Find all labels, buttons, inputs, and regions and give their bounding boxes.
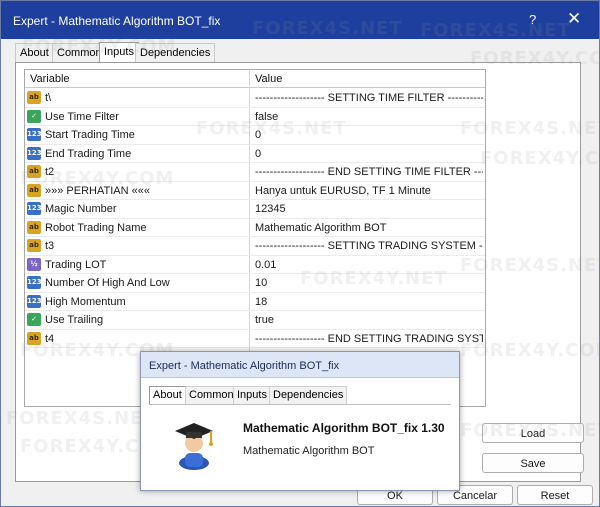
variable-cell: Trading LOT <box>45 258 107 271</box>
string-type-icon: ab <box>27 183 41 197</box>
reset-button[interactable]: Reset <box>517 485 593 505</box>
table-row[interactable]: ab »»» PERHATIAN ««« Hanya untuk EURUSD, T… <box>25 182 485 200</box>
value-cell[interactable]: 18 <box>255 296 483 308</box>
variable-cell: Number Of High And Low <box>45 277 170 289</box>
value-cell[interactable]: 10 <box>255 277 483 289</box>
string-type-icon: ab <box>27 331 41 345</box>
about-dialog-tab-inputs[interactable]: Inputs <box>233 386 271 404</box>
close-icon[interactable]: ✕ <box>567 9 581 29</box>
tab-inputs[interactable]: Inputs <box>99 42 139 64</box>
string-type-icon: ab <box>27 91 41 104</box>
variable-cell: Magic Number <box>45 203 117 215</box>
table-row[interactable]: ✓ Use Time Filter false <box>25 108 485 126</box>
window-title: Expert - Mathematic Algorithm BOT_fix <box>13 14 221 28</box>
table-row[interactable]: ✓ Use Trailing true <box>25 311 485 330</box>
value-cell[interactable]: false <box>255 111 483 123</box>
tab-about[interactable]: About <box>15 43 54 63</box>
table-row[interactable]: ab t4 ------------------- END SETTING TRAD… <box>25 330 485 348</box>
value-cell[interactable]: true <box>255 314 483 326</box>
value-cell[interactable]: 0 <box>255 129 483 141</box>
string-type-icon: ab <box>27 239 41 252</box>
expert-description: Mathematic Algorithm BOT <box>243 445 375 457</box>
about-dialog: Expert - Mathematic Algorithm BOT_fix Ab… <box>140 351 460 491</box>
about-dialog-title: Expert - Mathematic Algorithm BOT_fix <box>149 360 340 372</box>
table-header: Variable Value <box>25 70 485 88</box>
table-row[interactable]: 123 Magic Number 12345 <box>25 200 485 219</box>
variable-cell: Robot Trading Name <box>45 221 147 234</box>
table-row[interactable]: ½ Trading LOT 0.01 <box>25 256 485 274</box>
table-row[interactable]: 123 Start Trading Time 0 <box>25 126 485 145</box>
value-cell[interactable]: 12345 <box>255 203 483 215</box>
about-dialog-tab-common[interactable]: Common <box>185 386 238 404</box>
about-dialog-tab-dependencies[interactable]: Dependencies <box>269 386 348 404</box>
value-cell[interactable]: ------------------- SETTING TIME FILTER … <box>255 92 483 104</box>
variable-cell: Start Trading Time <box>45 129 135 141</box>
table-row[interactable]: ab t\ ------------------- SETTING TIME FIL… <box>25 89 485 108</box>
tab-dependencies[interactable]: Dependencies <box>135 43 216 63</box>
value-cell[interactable]: 0 <box>255 148 483 160</box>
integer-type-icon: 123 <box>27 128 42 141</box>
table-row[interactable]: 123 End Trading Time 0 <box>25 145 485 163</box>
value-cell[interactable]: 0.01 <box>255 259 483 271</box>
value-cell[interactable]: ------------------- END SETTING TRADING … <box>255 333 483 345</box>
variable-cell: t\ <box>45 92 52 104</box>
table-row[interactable]: ab t2 ------------------- END SETTING TIME… <box>25 163 485 182</box>
about-dialog-body: Mathematic Algorithm BOT_fix 1.30 Mathem… <box>149 404 451 484</box>
table-row[interactable]: ab Robot Trading Name Mathematic Algorithm… <box>25 219 485 237</box>
value-cell[interactable]: ------------------- END SETTING TIME FIL… <box>255 166 483 178</box>
variable-cell: Use Trailing <box>45 314 104 326</box>
integer-type-icon: 123 <box>27 202 42 215</box>
integer-type-icon: 123 <box>27 294 42 308</box>
boolean-type-icon: ✓ <box>27 313 41 326</box>
title-bar[interactable]: Expert - Mathematic Algorithm BOT_fix ? … <box>1 1 599 39</box>
double-type-icon: ½ <box>27 257 41 271</box>
variable-cell: High Momentum <box>45 295 126 308</box>
table-row[interactable]: 123 Number Of High And Low 10 <box>25 274 485 293</box>
integer-type-icon: 123 <box>27 146 42 160</box>
graduate-cap-icon <box>175 423 213 470</box>
string-type-icon: ab <box>27 165 41 178</box>
string-type-icon: ab <box>27 220 41 234</box>
save-button[interactable]: Save <box>482 453 584 473</box>
variable-cell: Use Time Filter <box>45 110 119 123</box>
table-row[interactable]: 123 High Momentum 18 <box>25 293 485 311</box>
variable-cell: »»» PERHATIAN ««« <box>45 184 150 197</box>
variable-cell: t3 <box>45 240 55 252</box>
variable-cell: End Trading Time <box>45 147 132 160</box>
value-cell[interactable]: Hanya untuk EURUSD, TF 1 Minute <box>255 185 483 197</box>
about-dialog-tab-about[interactable]: About <box>149 386 186 404</box>
help-icon[interactable]: ? <box>529 12 536 27</box>
value-cell[interactable]: Mathematic Algorithm BOT <box>255 222 483 234</box>
about-dialog-title-bar[interactable]: Expert - Mathematic Algorithm BOT_fix <box>141 352 459 378</box>
variable-cell: t2 <box>45 166 55 178</box>
boolean-type-icon: ✓ <box>27 109 41 123</box>
load-button[interactable]: Load <box>482 423 584 443</box>
integer-type-icon: 123 <box>27 276 42 289</box>
value-cell[interactable]: ------------------- SETTING TRADING SYST… <box>255 240 483 252</box>
table-row[interactable]: ab t3 ------------------- SETTING TRADING … <box>25 237 485 256</box>
column-header-variable[interactable]: Variable <box>30 73 70 85</box>
variable-cell: t4 <box>45 332 55 345</box>
column-header-value[interactable]: Value <box>255 73 282 85</box>
expert-name: Mathematic Algorithm BOT_fix 1.30 <box>243 421 445 435</box>
